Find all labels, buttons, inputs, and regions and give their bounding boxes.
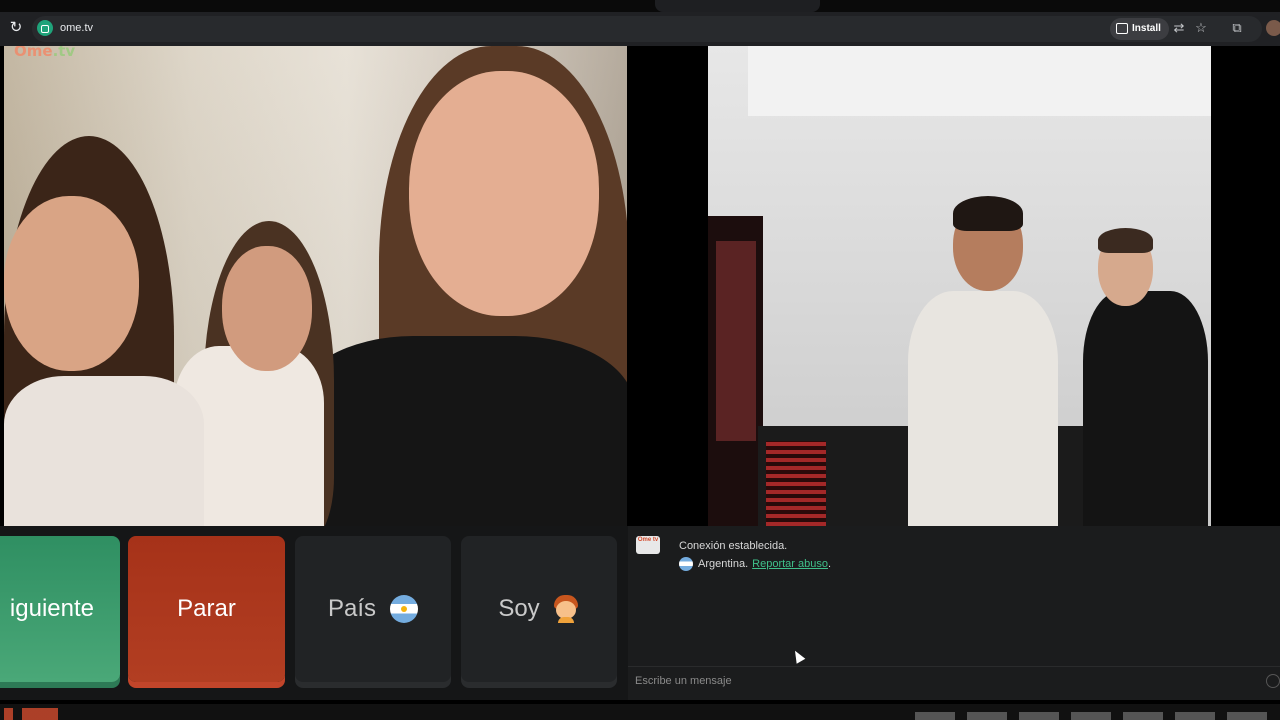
person-hair <box>1098 228 1153 253</box>
system-message-country: Argentina. Reportar abuso . <box>679 557 831 571</box>
window-top-strip <box>0 0 1280 12</box>
footer-logo <box>4 708 94 720</box>
footer-links[interactable] <box>915 712 1275 720</box>
ometv-chat-logo-icon: Ome tv <box>636 536 660 554</box>
install-button[interactable]: Install <box>1110 18 1169 40</box>
browser-toolbar <box>0 12 1280 46</box>
watermark-main: Ome <box>14 46 53 60</box>
boy-emoji-icon <box>552 595 580 623</box>
person-hair <box>953 196 1023 231</box>
address-bar[interactable] <box>32 16 1262 42</box>
person-body <box>4 376 204 526</box>
argentina-flag-icon <box>390 595 419 623</box>
report-abuse-link[interactable]: Reportar abuso <box>752 558 828 570</box>
room-ceiling <box>748 46 1211 116</box>
person-face <box>222 246 312 371</box>
person-body <box>908 291 1058 526</box>
soy-label: Soy <box>498 595 540 622</box>
extensions-icon[interactable]: ⧉ <box>1229 20 1245 36</box>
report-suffix: . <box>827 558 832 570</box>
monitor-screen <box>716 241 756 441</box>
page-footer <box>0 704 1280 720</box>
next-button[interactable]: iguiente <box>0 536 120 682</box>
tab-strip[interactable] <box>655 0 820 12</box>
stop-label: Parar <box>177 595 236 622</box>
site-icon <box>37 20 53 36</box>
translate-icon[interactable]: ⇄ <box>1171 20 1187 36</box>
chat-panel: Ome tv Conexión establecida. Argentina. … <box>628 526 1280 700</box>
person-face <box>409 71 599 316</box>
self-video <box>708 46 1211 526</box>
chat-input-bar <box>628 666 1280 694</box>
reload-icon[interactable]: ↻ <box>8 20 24 36</box>
person-body <box>294 336 627 526</box>
mouse-cursor-icon <box>790 648 806 664</box>
video-chat-stage: Ome.tv iguiente Parar País Soy Ome tv Co… <box>0 46 1280 720</box>
keyboard <box>766 441 826 526</box>
system-message-connected: Conexión establecida. <box>679 540 788 552</box>
next-label: iguiente <box>9 595 94 622</box>
gender-button[interactable]: Soy <box>461 536 617 682</box>
message-input[interactable] <box>635 672 1255 690</box>
url-text[interactable]: ome.tv <box>60 22 93 34</box>
bookmark-star-icon[interactable]: ☆ <box>1193 20 1209 36</box>
emoji-icon[interactable] <box>1266 674 1280 688</box>
person-body <box>1083 291 1208 526</box>
country-label: País <box>327 595 377 622</box>
ometv-watermark: Ome.tv <box>14 46 75 60</box>
argentina-flag-icon <box>679 557 693 571</box>
stranger-video: Ome.tv <box>4 46 627 526</box>
install-icon <box>1116 23 1128 34</box>
country-button[interactable]: País <box>295 536 451 682</box>
profile-avatar[interactable] <box>1266 20 1280 36</box>
stop-button[interactable]: Parar <box>128 536 285 682</box>
watermark-suffix: .tv <box>52 46 76 60</box>
person-face <box>4 196 139 371</box>
control-panel: iguiente Parar País Soy <box>0 526 628 700</box>
install-label: Install <box>1132 23 1161 34</box>
country-name: Argentina. <box>698 558 749 570</box>
